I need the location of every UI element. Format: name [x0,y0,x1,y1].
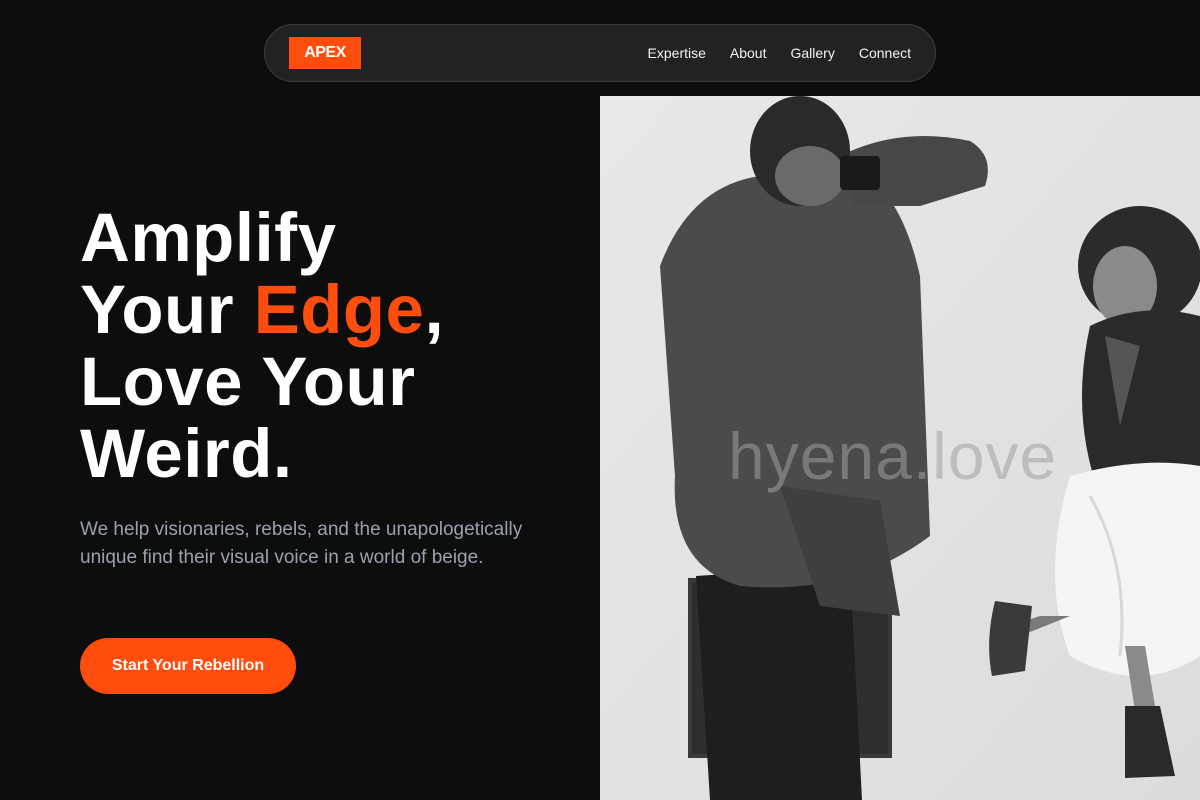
photo-watermark: hyena.love [728,419,1058,493]
headline-line-3: Love Your [80,343,416,420]
hero-photo: hyena.love [600,96,1200,800]
headline-line-1: Amplify [80,199,337,276]
nav-link-about[interactable]: About [730,45,767,61]
nav-link-connect[interactable]: Connect [859,45,911,61]
hero-subtitle: We help visionaries, rebels, and the una… [80,519,523,568]
top-navigation: APEX Expertise About Gallery Connect [264,24,936,82]
start-rebellion-button[interactable]: Start Your Rebellion [80,638,296,694]
brand-logo[interactable]: APEX [289,37,361,69]
nav-link-expertise[interactable]: Expertise [648,45,706,61]
nav-links: Expertise About Gallery Connect [648,45,911,61]
hero-text: Amplify Your Edge, Love Your Weird. We h… [80,202,580,572]
hero-headline: Amplify Your Edge, Love Your Weird. [80,202,580,490]
headline-accent-word: Edge [253,271,425,348]
headline-line-2-end: , [424,271,445,348]
nav-link-gallery[interactable]: Gallery [790,45,834,61]
headline-line-4: Weird. [80,415,293,492]
headline-line-2-start: Your [80,271,254,348]
